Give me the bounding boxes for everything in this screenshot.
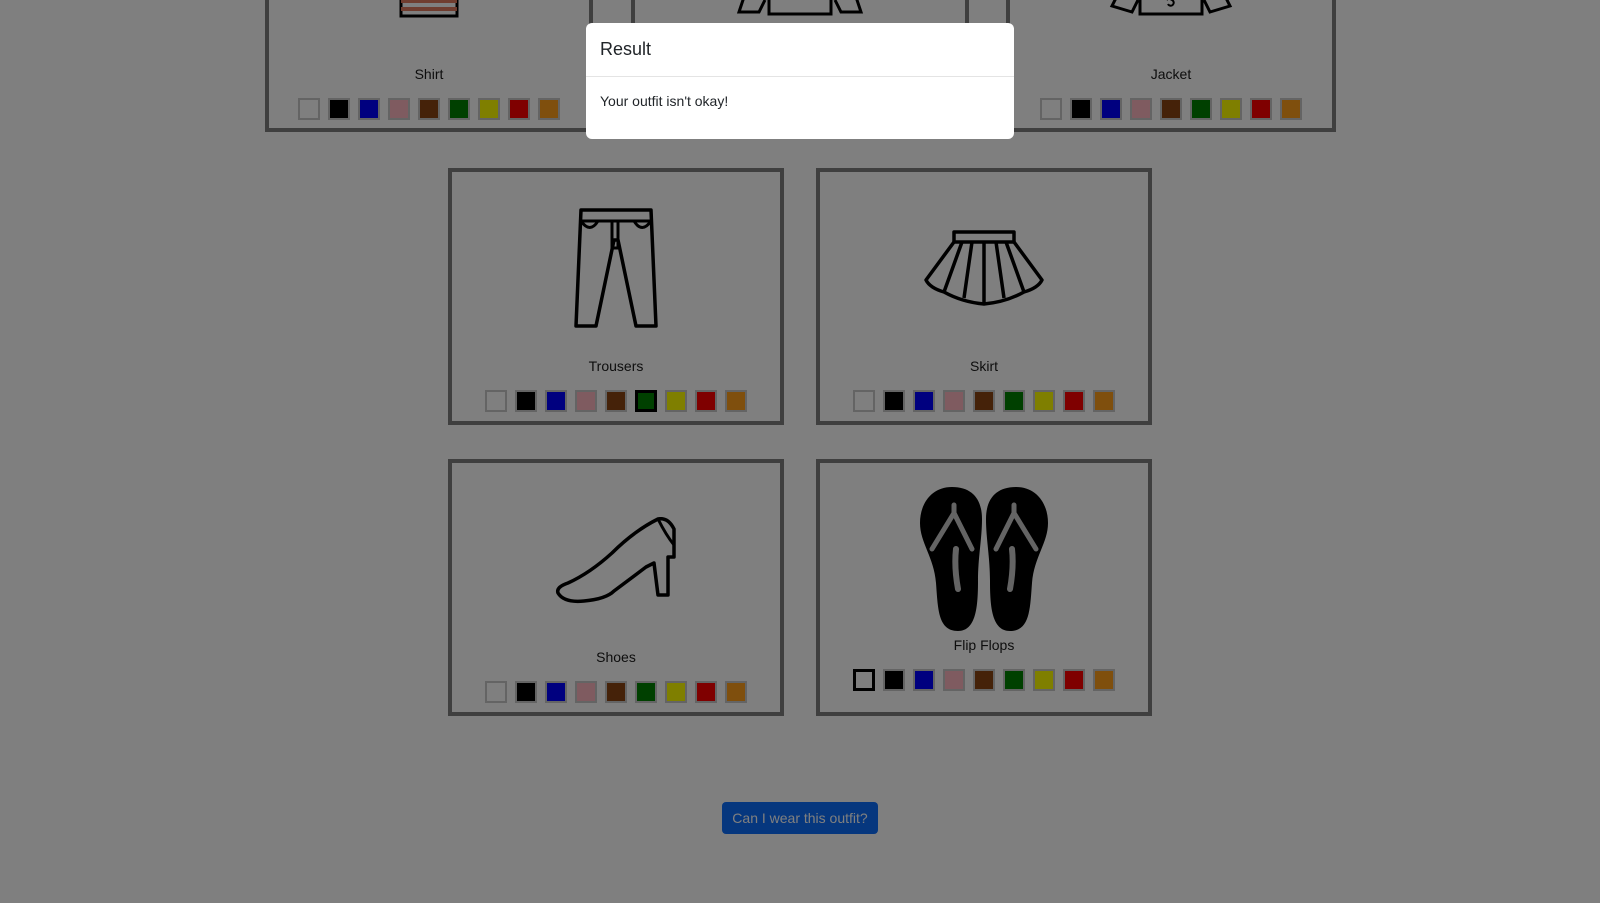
modal-message: Your outfit isn't okay! xyxy=(600,93,729,109)
modal-title: Result xyxy=(586,23,1014,77)
result-modal: Result Your outfit isn't okay! xyxy=(586,23,1014,139)
